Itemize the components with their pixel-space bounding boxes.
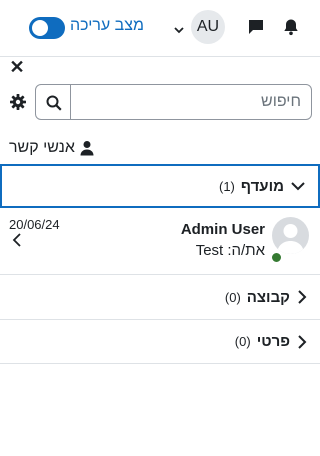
section-starred-count: (1) [218, 178, 235, 194]
conversation-name: Admin User [180, 221, 265, 238]
chevron-left-icon [11, 233, 23, 247]
contacts-link[interactable]: אנשי קשר [9, 138, 95, 158]
notifications-bell-icon[interactable] [282, 18, 300, 36]
search-group [35, 84, 312, 120]
edit-mode-label: מצב עריכה [70, 17, 144, 34]
section-starred-title: מועדף [240, 177, 284, 195]
conversation-date: 20/06/24 [9, 217, 60, 232]
edit-mode-toggle[interactable] [29, 17, 65, 39]
section-group-title: קבוצה [246, 288, 290, 306]
conversation-preview: את/ה: Test [195, 242, 265, 259]
contacts-label: אנשי קשר [9, 139, 75, 156]
user-icon [80, 141, 94, 156]
section-private-count: (0) [234, 334, 251, 349]
online-status-dot [270, 251, 283, 264]
gear-icon[interactable] [9, 93, 27, 111]
section-starred-header[interactable]: מועדף (1) [0, 164, 320, 208]
messages-icon[interactable] [247, 18, 265, 36]
section-private-header[interactable]: פרטי (0) [0, 320, 320, 364]
search-icon [46, 95, 62, 111]
section-private-title: פרטי [256, 333, 290, 350]
user-initials: AU [196, 18, 220, 35]
section-group-count: (0) [224, 289, 241, 305]
chevron-down-icon[interactable] [173, 22, 185, 34]
chevron-right-icon [296, 334, 308, 349]
user-menu-avatar[interactable]: AU [191, 10, 225, 44]
search-input[interactable] [70, 84, 312, 120]
chevron-right-icon [296, 290, 308, 304]
toggle-knob [32, 20, 48, 36]
user-avatar [272, 217, 309, 254]
chevron-down-icon [290, 180, 306, 192]
section-group-header[interactable]: קבוצה (0) [0, 275, 320, 320]
search-button[interactable] [35, 84, 71, 120]
close-icon[interactable]: ✕ [9, 58, 25, 76]
